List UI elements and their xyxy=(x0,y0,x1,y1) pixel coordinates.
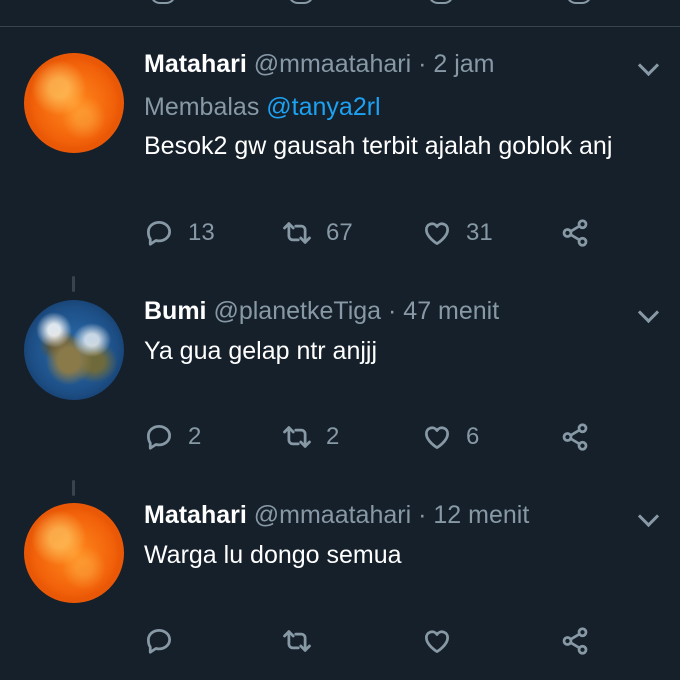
sun-avatar[interactable] xyxy=(24,503,124,603)
like-button[interactable] xyxy=(422,626,466,656)
share-icon[interactable] xyxy=(566,0,592,4)
like-count: 31 xyxy=(466,219,493,246)
separator: · xyxy=(388,297,397,325)
chevron-down-icon[interactable] xyxy=(637,54,660,77)
thread-connector xyxy=(72,276,75,292)
tweet-divider xyxy=(0,26,680,27)
retweet-button[interactable]: 67 xyxy=(282,218,353,248)
timestamp[interactable]: 2 jam xyxy=(433,50,494,78)
reply-count: 13 xyxy=(188,219,215,246)
separator: · xyxy=(418,50,427,78)
tweet-text: Ya gua gelap ntr anjjj xyxy=(144,337,378,365)
heart-icon xyxy=(425,630,449,653)
display-name[interactable]: Matahari xyxy=(144,501,247,529)
like-icon[interactable] xyxy=(428,0,454,4)
tweet-actions: 2 2 6 xyxy=(144,422,654,462)
reply-icon xyxy=(147,221,171,246)
timestamp[interactable]: 47 menit xyxy=(403,297,499,325)
share-icon xyxy=(562,423,588,451)
display-name[interactable]: Matahari xyxy=(144,50,247,78)
reply-mention-link[interactable]: @tanya2rl xyxy=(266,93,380,121)
tweet-actions: 13 67 31 xyxy=(144,218,654,258)
share-icon xyxy=(562,219,588,247)
earth-avatar[interactable] xyxy=(24,300,124,400)
sun-avatar[interactable] xyxy=(24,53,124,153)
retweet-count: 2 xyxy=(326,423,340,450)
share-button[interactable] xyxy=(560,626,590,656)
retweet-count: 67 xyxy=(326,219,353,246)
reply-prefix: Membalas xyxy=(144,93,260,121)
tweet-text: Warga lu dongo semua xyxy=(144,541,402,569)
heart-icon xyxy=(425,426,449,449)
reply-icon xyxy=(147,629,171,654)
share-button[interactable] xyxy=(560,422,590,452)
retweet-icon[interactable] xyxy=(288,0,314,4)
reply-button[interactable]: 13 xyxy=(144,218,215,248)
handle[interactable]: @planetkeTiga xyxy=(213,297,381,325)
separator: · xyxy=(418,501,427,529)
share-icon xyxy=(562,627,588,655)
tweet-header: Bumi @planetkeTiga · 47 menit xyxy=(144,295,499,327)
retweet-button[interactable]: 2 xyxy=(282,422,339,452)
retweet-icon xyxy=(283,630,311,652)
tweet-header: Matahari @mmaatahari · 12 menit xyxy=(144,499,529,531)
reply-icon[interactable] xyxy=(150,0,176,4)
retweet-button[interactable] xyxy=(282,626,326,656)
tweet-text: Besok2 gw gausah terbit ajalah goblok an… xyxy=(144,132,613,160)
tweet-actions xyxy=(144,626,654,666)
retweet-icon xyxy=(283,426,311,448)
thread-connector xyxy=(72,480,75,496)
like-button[interactable]: 6 xyxy=(422,422,479,452)
display-name[interactable]: Bumi xyxy=(144,297,207,325)
handle[interactable]: @mmaatahari xyxy=(254,501,411,529)
tweet-header: Matahari @mmaatahari · 2 jam xyxy=(144,48,495,80)
reply-button[interactable] xyxy=(144,626,188,656)
reply-icon xyxy=(147,425,171,450)
chevron-down-icon[interactable] xyxy=(637,505,660,528)
like-button[interactable]: 31 xyxy=(422,218,493,248)
share-button[interactable] xyxy=(560,218,590,248)
chevron-down-icon[interactable] xyxy=(637,301,660,324)
timestamp[interactable]: 12 menit xyxy=(433,501,529,529)
handle[interactable]: @mmaatahari xyxy=(254,50,411,78)
reply-count: 2 xyxy=(188,423,202,450)
reply-button[interactable]: 2 xyxy=(144,422,201,452)
like-count: 6 xyxy=(466,423,480,450)
heart-icon xyxy=(425,222,449,245)
previous-tweet-actions xyxy=(0,0,680,8)
reply-context: Membalas @tanya2rl xyxy=(144,91,381,123)
retweet-icon xyxy=(283,222,311,244)
